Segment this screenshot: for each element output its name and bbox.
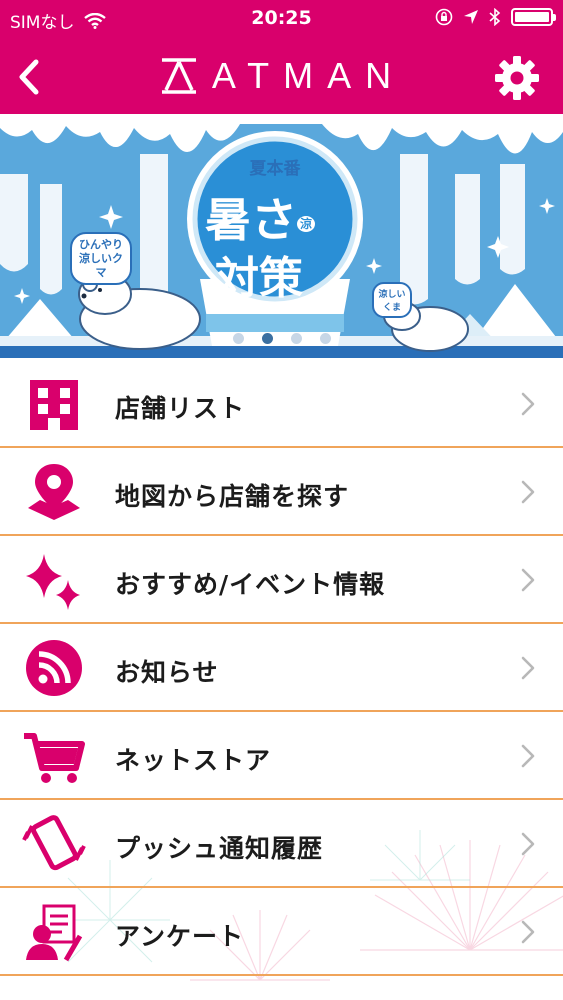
chevron-right-icon [521, 920, 535, 944]
speech-bubble-right: 涼しいくま [372, 282, 412, 318]
banner-headline-2: 対策 [215, 253, 303, 304]
page-indicator[interactable] [0, 333, 563, 344]
page-dot[interactable] [290, 333, 302, 344]
page-dot[interactable] [319, 333, 331, 344]
logo-text: ATMAN [211, 55, 406, 96]
speech-bubble-left: ひんやり 涼しいクマ [70, 232, 132, 286]
chevron-right-icon [521, 568, 535, 592]
settings-button[interactable] [493, 54, 541, 102]
menu-item[interactable]: プッシュ通知履歴 [0, 800, 563, 888]
main-menu: 店舗リスト地図から店舗を探すおすすめ/イベント情報 お知らせネットストアプッシュ通… [0, 360, 563, 1000]
battery-icon [511, 8, 556, 26]
menu-item[interactable]: おすすめ/イベント情報 [0, 536, 563, 624]
phone-vibrate-icon [22, 815, 86, 871]
menu-item[interactable]: 店舗リスト [0, 360, 563, 448]
menu-item-label: プッシュ通知履歴 [115, 834, 324, 863]
bubble-left-line1: ひんやり [79, 238, 123, 251]
banner-badge-small: 涼 [297, 216, 316, 232]
menu-item[interactable]: お知らせ [0, 624, 563, 712]
banner-badge-title: 夏本番 [249, 159, 301, 179]
menu-item[interactable]: 地図から店舗を探す [0, 448, 563, 536]
logo-mark-icon [161, 58, 196, 94]
menu-item-label: おすすめ/イベント情報 [115, 570, 386, 599]
menu-item-label: アンケート [115, 922, 245, 951]
gear-icon [495, 56, 539, 100]
location-icon [464, 10, 478, 24]
nav-bar: ATMAN [0, 40, 563, 114]
menu-item-label: 地図から店舗を探す [115, 482, 350, 511]
chevron-right-icon [521, 744, 535, 768]
menu-item[interactable]: アンケート [0, 888, 563, 976]
banner-headline-1: 暑さ涼 [205, 184, 316, 250]
cart-icon [24, 733, 85, 783]
bubble-left-line2: 涼しいクマ [79, 251, 123, 279]
chevron-right-icon [521, 832, 535, 856]
bluetooth-icon [489, 8, 501, 26]
menu-item[interactable]: ネットストア [0, 712, 563, 800]
app-logo: ATMAN [0, 55, 563, 100]
menu-item-label: お知らせ [115, 658, 219, 687]
sparkle-icon [26, 554, 80, 610]
menu-separator [0, 974, 563, 976]
map-pin-icon [28, 464, 80, 520]
banner-headline-1-text: 暑さ [205, 193, 297, 247]
rss-icon [26, 640, 82, 696]
promo-banner[interactable]: 夏本番 暑さ涼 対策 ひんやり 涼しいクマ 涼しいくま [0, 114, 563, 358]
orientation-lock-icon [435, 8, 453, 26]
page-dot[interactable] [232, 333, 244, 344]
menu-item-label: 店舗リスト [115, 394, 246, 423]
building-icon [30, 380, 78, 430]
survey-icon [26, 904, 83, 962]
chevron-right-icon [521, 480, 535, 504]
menu-item-label: ネットストア [115, 746, 272, 775]
chevron-right-icon [521, 656, 535, 680]
status-bar: SIMなし 20:25 [0, 0, 563, 40]
chevron-right-icon [521, 392, 535, 416]
page-dot[interactable] [261, 333, 273, 344]
status-right [435, 8, 556, 26]
